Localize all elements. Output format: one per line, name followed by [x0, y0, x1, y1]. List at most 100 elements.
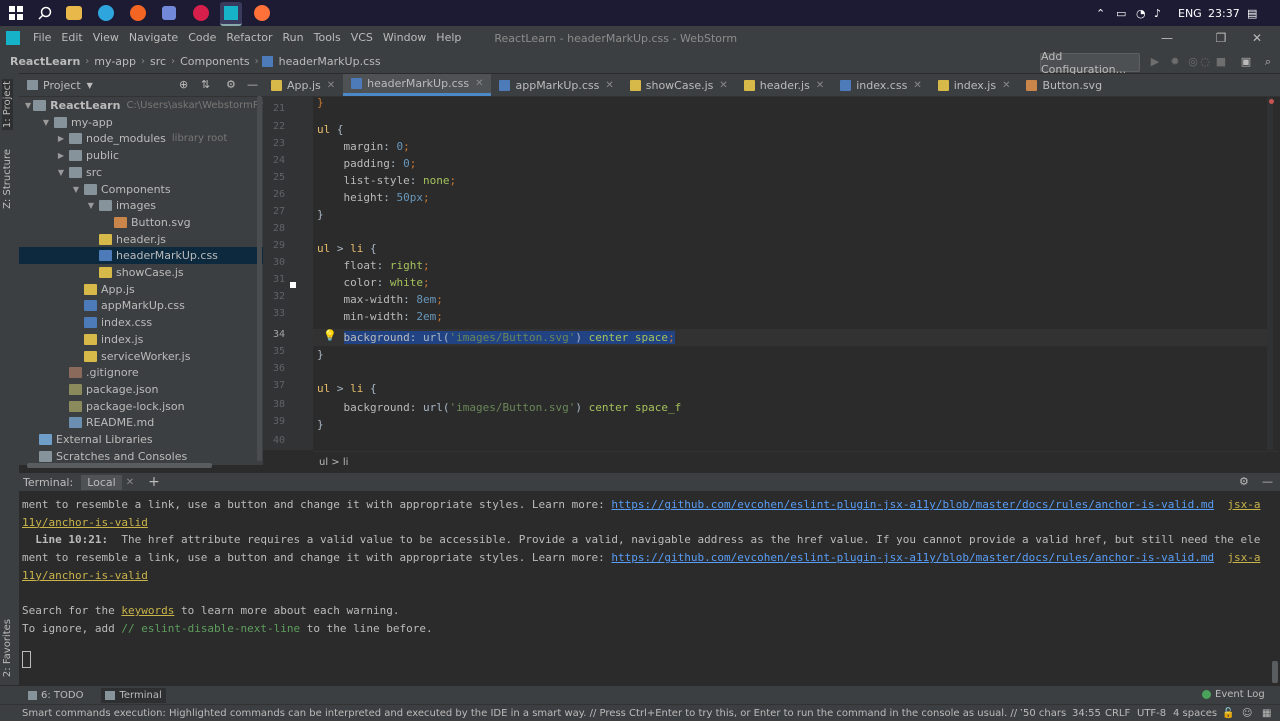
- terminal-tab-local[interactable]: Local: [81, 474, 122, 490]
- memory-icon[interactable]: ▦: [1262, 708, 1271, 719]
- gear-icon[interactable]: ⚙: [1239, 475, 1249, 488]
- search-icon[interactable]: [35, 3, 55, 23]
- close-tab-icon[interactable]: ✕: [913, 80, 921, 91]
- structure-tool-tab[interactable]: Z: Structure: [2, 149, 13, 209]
- tree-item[interactable]: Button.svg: [19, 214, 263, 231]
- horizontal-scrollbar[interactable]: [27, 463, 212, 468]
- tree-item[interactable]: ▶ node_modules library root: [19, 130, 263, 147]
- file-explorer-icon[interactable]: [66, 6, 82, 20]
- project-view-selector[interactable]: Project: [43, 79, 81, 92]
- tree-item[interactable]: README.md: [19, 414, 263, 431]
- terminal-link[interactable]: jsx-a: [1227, 498, 1260, 511]
- chevron-down-icon[interactable]: ▼: [25, 101, 31, 110]
- menu-help[interactable]: Help: [431, 26, 466, 50]
- locate-file-icon[interactable]: ⊕: [179, 78, 188, 91]
- editor-breadcrumb[interactable]: ul > li: [313, 451, 1279, 472]
- run-icon[interactable]: ▶: [1148, 53, 1162, 70]
- menu-run[interactable]: Run: [278, 26, 309, 50]
- firefox-icon[interactable]: [254, 5, 270, 21]
- notifications-icon[interactable]: ▤: [1247, 0, 1257, 26]
- add-configuration-button[interactable]: Add Configuration...: [1040, 50, 1140, 76]
- tree-item[interactable]: showCase.js: [19, 264, 263, 281]
- media-player-icon[interactable]: [130, 5, 146, 21]
- tree-item[interactable]: ▼ Components: [19, 181, 263, 198]
- menu-file[interactable]: File: [28, 26, 56, 50]
- todo-tool-tab[interactable]: 6: TODO: [28, 690, 83, 701]
- language-indicator[interactable]: ENG: [1178, 0, 1202, 26]
- windows-start-icon[interactable]: [6, 3, 26, 23]
- close-window-icon[interactable]: ✕: [1234, 26, 1280, 50]
- close-tab-icon[interactable]: ✕: [816, 80, 824, 91]
- menu-code[interactable]: Code: [183, 26, 221, 50]
- profile-icon[interactable]: ◌: [1198, 53, 1212, 70]
- search-everywhere-icon[interactable]: ⌕: [1260, 53, 1276, 70]
- volume-icon[interactable]: ♪: [1154, 0, 1161, 26]
- clock[interactable]: 23:37: [1208, 0, 1240, 26]
- chevron-right-icon[interactable]: ▶: [55, 134, 67, 143]
- tree-item[interactable]: ▼ my-app: [19, 114, 263, 131]
- debug-icon[interactable]: ✹: [1168, 53, 1182, 70]
- menu-edit[interactable]: Edit: [56, 26, 87, 50]
- chevron-down-icon[interactable]: ▼: [70, 185, 82, 194]
- tree-item[interactable]: App.js: [19, 281, 263, 298]
- status-message[interactable]: Smart commands execution: Highlighted co…: [22, 708, 1022, 719]
- tree-item[interactable]: External Libraries: [19, 431, 263, 448]
- tree-item[interactable]: header.js: [19, 231, 263, 248]
- terminal-tool-tab[interactable]: Terminal: [101, 687, 166, 703]
- indent-setting[interactable]: 4 spaces: [1173, 708, 1217, 719]
- stop-icon[interactable]: ■: [1214, 53, 1228, 70]
- menu-window[interactable]: Window: [378, 26, 431, 50]
- collapse-all-icon[interactable]: ⇅: [201, 78, 210, 91]
- close-tab-icon[interactable]: ✕: [1002, 80, 1010, 91]
- code-editor[interactable]: } ul { margin: 0; padding: 0; list-style…: [313, 96, 1274, 450]
- close-tab-icon[interactable]: ✕: [327, 80, 335, 91]
- minimize-icon[interactable]: —: [1144, 26, 1190, 50]
- discord-icon[interactable]: [162, 6, 176, 20]
- close-tab-icon[interactable]: ✕: [475, 78, 483, 89]
- tray-chevron-icon[interactable]: ⌃: [1096, 0, 1105, 26]
- chevron-down-icon[interactable]: ▼: [40, 118, 52, 127]
- vertical-scrollbar[interactable]: [257, 96, 262, 461]
- editor-tab[interactable]: index.js ✕: [930, 74, 1019, 96]
- terminal-link[interactable]: https://github.com/evcohen/eslint-plugin…: [611, 498, 1214, 511]
- tree-item[interactable]: appMarkUp.css: [19, 297, 263, 314]
- tree-item[interactable]: package-lock.json: [19, 398, 263, 415]
- tree-item[interactable]: ▶ public: [19, 147, 263, 164]
- tree-item[interactable]: serviceWorker.js: [19, 348, 263, 365]
- editor-tab[interactable]: headerMarkUp.css ✕: [343, 74, 492, 96]
- terminal-link[interactable]: keywords: [121, 604, 174, 617]
- tree-item[interactable]: index.css: [19, 314, 263, 331]
- tree-item[interactable]: ▼ images: [19, 197, 263, 214]
- inspector-icon[interactable]: ☺: [1242, 708, 1252, 719]
- terminal-output[interactable]: ment to resemble a link, use a button an…: [19, 491, 1280, 685]
- tree-item[interactable]: .gitignore: [19, 364, 263, 381]
- editor-tab[interactable]: Button.svg: [1018, 74, 1110, 96]
- breadcrumb-my-app[interactable]: my-app: [92, 55, 138, 68]
- webstorm-icon[interactable]: [220, 2, 242, 26]
- lock-icon[interactable]: 🔓: [1222, 708, 1234, 719]
- tree-item[interactable]: ▼ src: [19, 164, 263, 181]
- editor-tab[interactable]: showCase.js ✕: [622, 74, 736, 96]
- terminal-link[interactable]: 11y/anchor-is-valid: [22, 516, 148, 529]
- close-tab-icon[interactable]: ✕: [719, 80, 727, 91]
- caret-position[interactable]: 34:55: [1072, 708, 1101, 719]
- breadcrumb-file[interactable]: headerMarkUp.css: [277, 55, 383, 68]
- new-terminal-icon[interactable]: +: [148, 474, 160, 490]
- file-encoding[interactable]: UTF-8: [1137, 708, 1166, 719]
- telegram-icon[interactable]: [98, 5, 114, 21]
- menu-tools[interactable]: Tools: [309, 26, 346, 50]
- editor-tab[interactable]: index.css ✕: [832, 74, 930, 96]
- hide-panel-icon[interactable]: —: [1262, 475, 1273, 488]
- network-icon[interactable]: ▭: [1116, 0, 1126, 26]
- project-structure-icon[interactable]: ▣: [1238, 53, 1254, 70]
- menu-view[interactable]: View: [88, 26, 124, 50]
- gear-icon[interactable]: ⚙: [226, 78, 236, 91]
- chevron-down-icon[interactable]: ▼: [85, 201, 97, 210]
- line-separator[interactable]: CRLF: [1105, 708, 1130, 719]
- breadcrumb-project[interactable]: ReactLearn: [8, 55, 82, 68]
- opera-icon[interactable]: [193, 5, 209, 21]
- terminal-link[interactable]: jsx-a: [1227, 551, 1260, 564]
- editor-scrollbar[interactable]: [1267, 97, 1273, 450]
- lightbulb-icon[interactable]: 💡: [323, 329, 337, 342]
- chevron-right-icon[interactable]: ▶: [55, 151, 67, 160]
